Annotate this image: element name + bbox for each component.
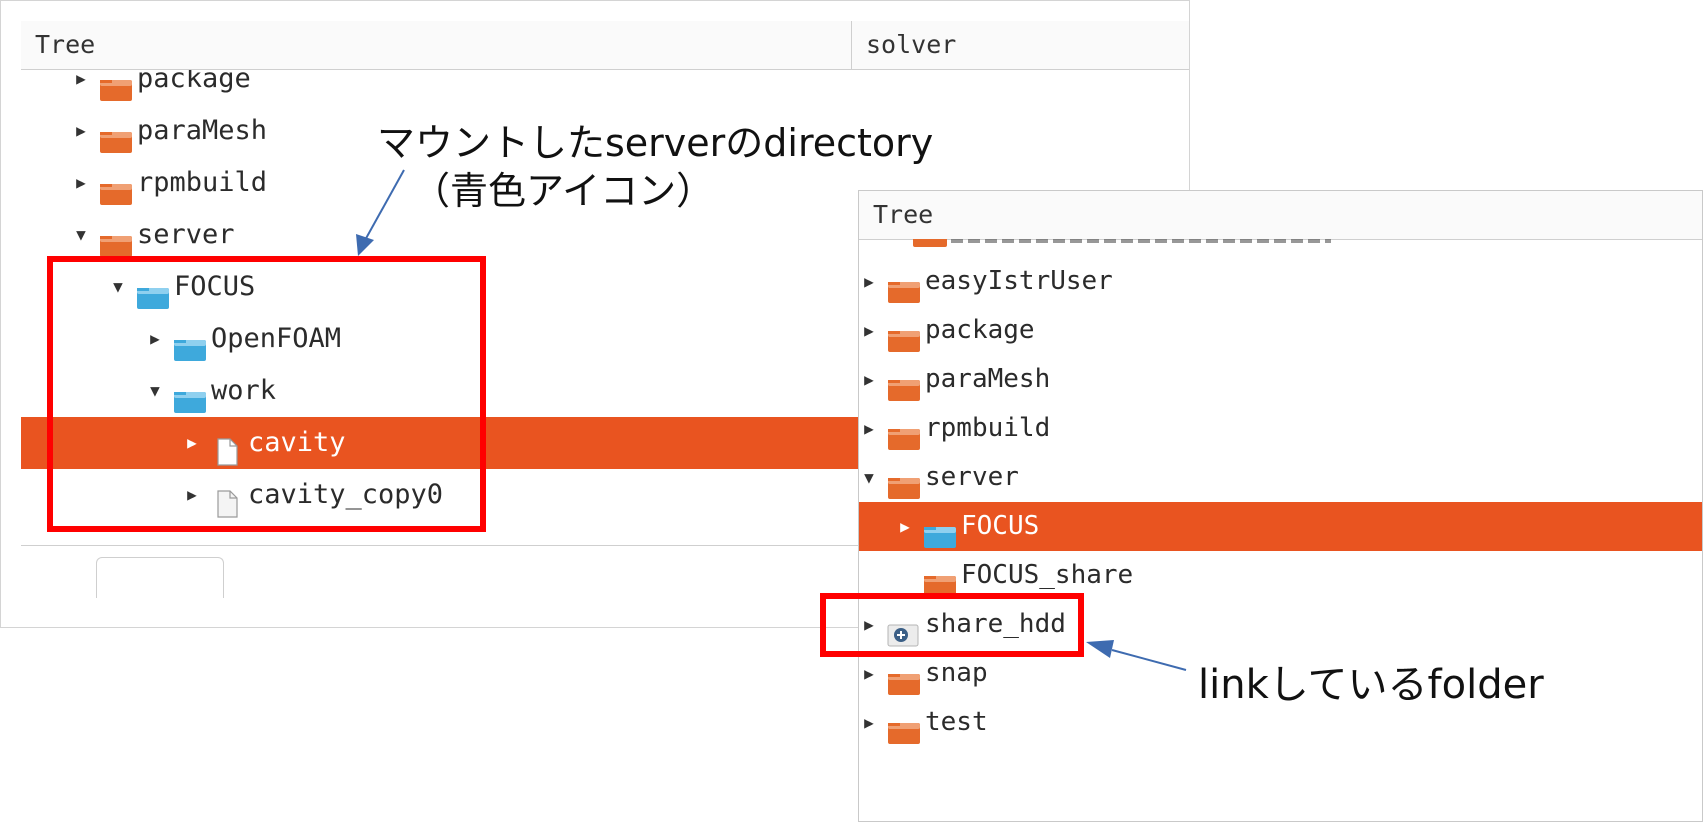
arrow-line-link — [1111, 649, 1187, 671]
arrowhead-mount — [356, 234, 374, 256]
arrowhead-link — [1086, 640, 1114, 658]
mount-annotation-line1: マウントしたserverのdirectory — [377, 121, 934, 165]
mount-annotation-line2: （青色アイコン） — [412, 169, 715, 213]
arrow-line-mount — [363, 169, 405, 243]
link-annotation: linkしているfolder — [1198, 662, 1544, 708]
